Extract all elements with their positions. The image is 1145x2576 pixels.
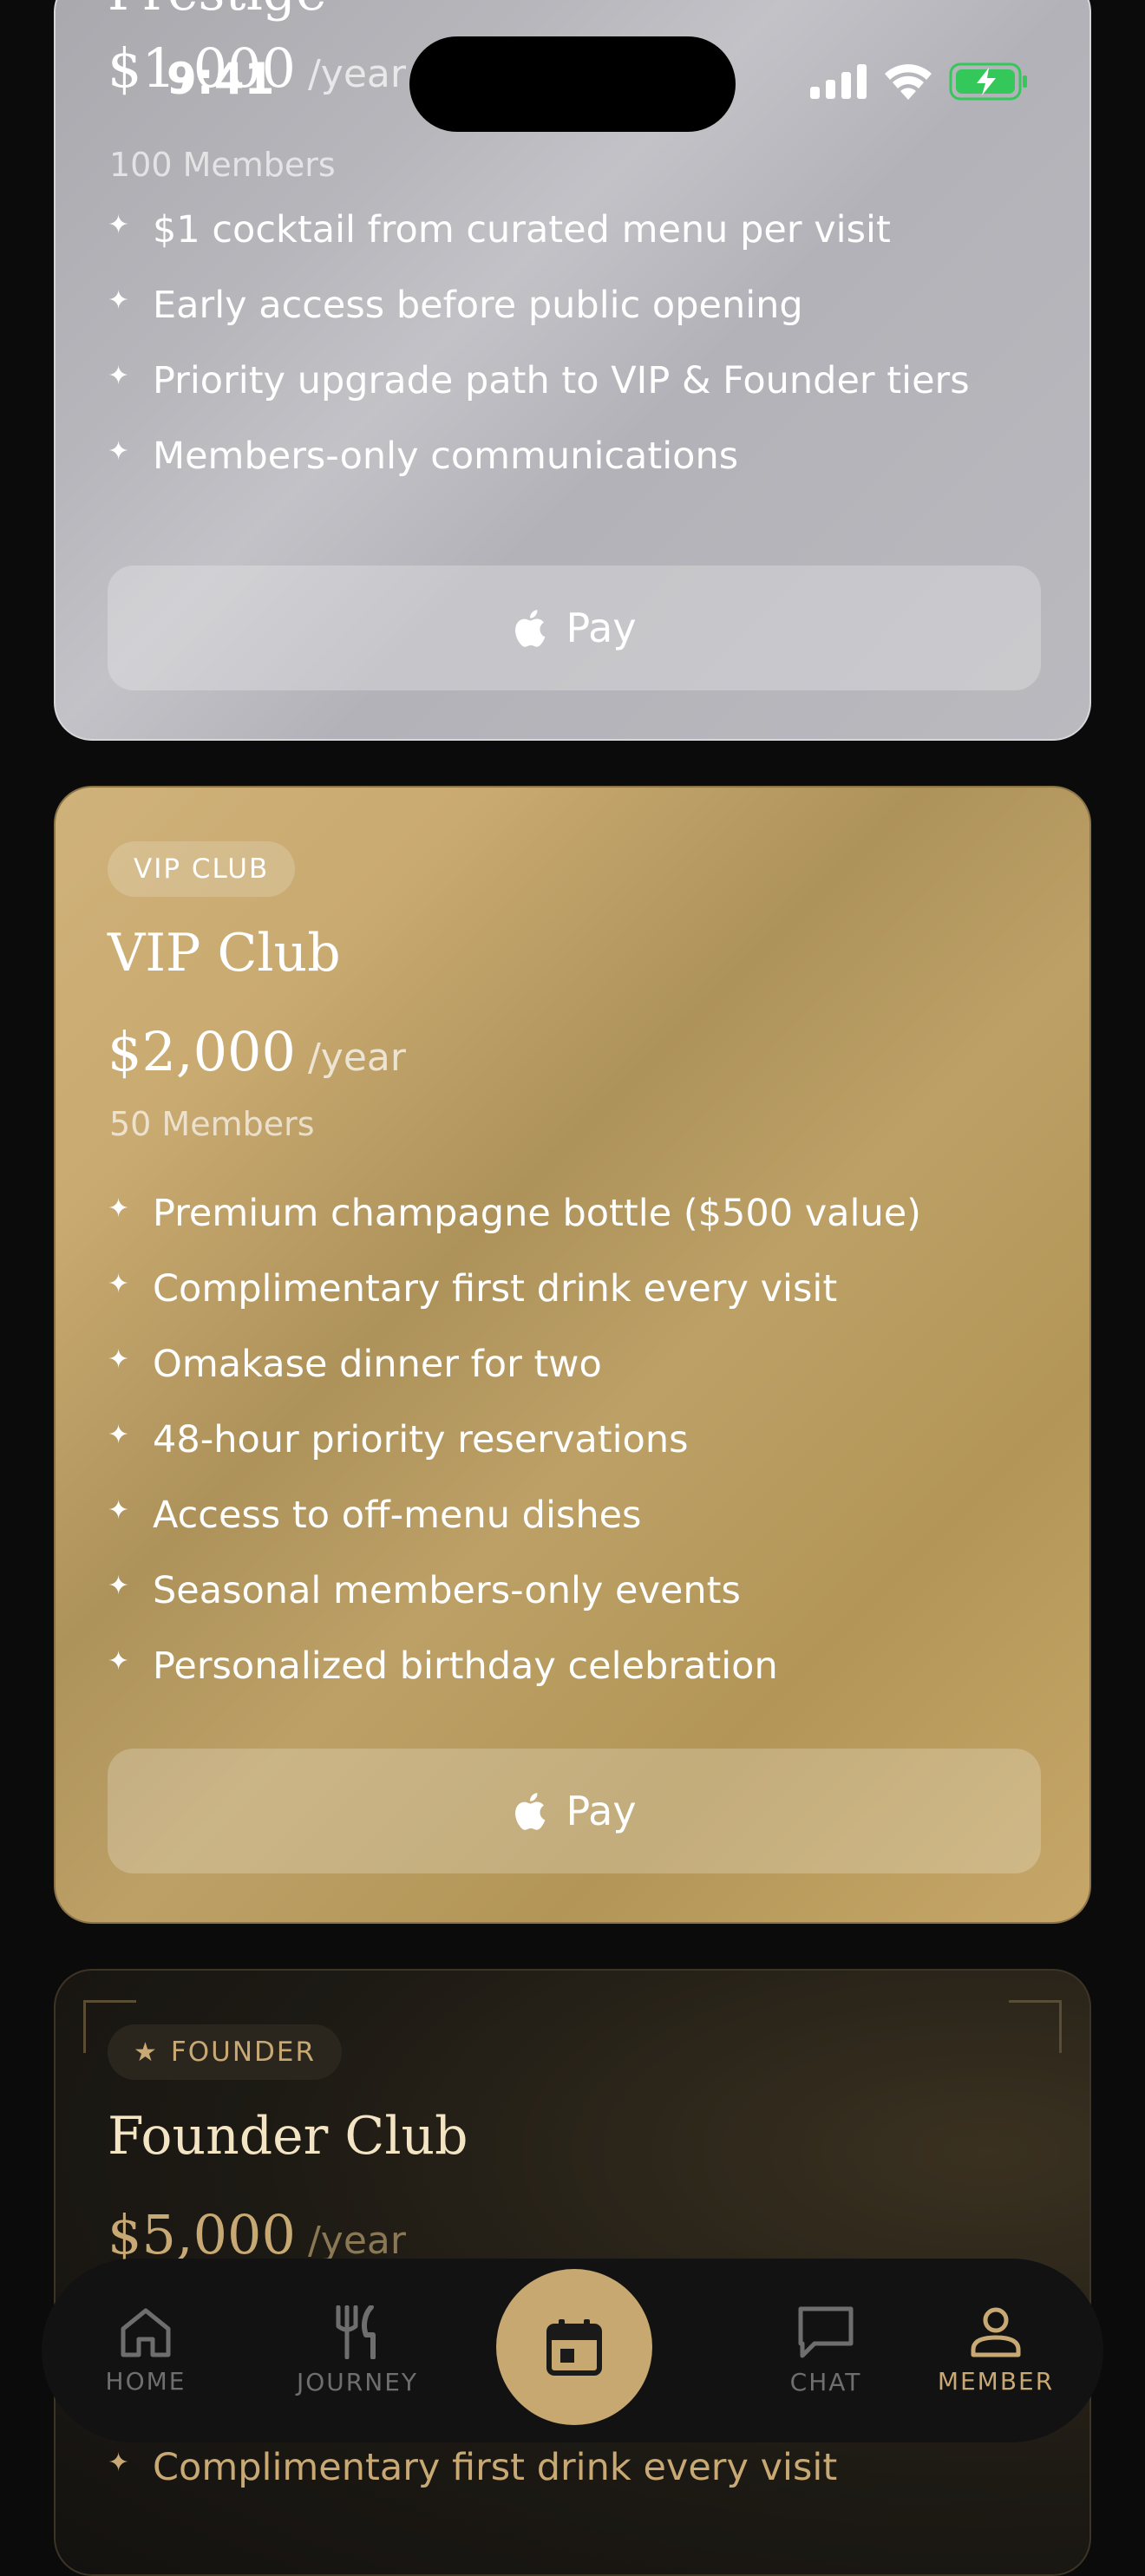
calendar-icon bbox=[546, 2319, 602, 2376]
feature-item: ✦ 48-hour priority reservations bbox=[108, 1418, 689, 1461]
tab-journey-label: JOURNEY bbox=[297, 2367, 418, 2396]
sparkle-icon: ✦ bbox=[108, 1344, 130, 1375]
vip-price-period: /year bbox=[307, 1036, 406, 1080]
feature-item: ✦ Premium champagne bottle ($500 value) bbox=[108, 1192, 921, 1235]
signal-icon bbox=[810, 64, 867, 99]
sparkle-icon: ✦ bbox=[108, 2448, 130, 2478]
vip-feature-list: ✦ Premium champagne bottle ($500 value) ✦… bbox=[108, 1192, 1055, 1720]
feature-item: ✦ Early access before public opening bbox=[108, 284, 803, 327]
tab-chat[interactable]: CHAT bbox=[739, 2259, 913, 2442]
vip-title: VIP Club bbox=[108, 923, 341, 984]
tab-member-label: MEMBER bbox=[937, 2366, 1055, 2396]
tab-home[interactable]: HOME bbox=[59, 2259, 232, 2442]
apple-icon bbox=[515, 610, 546, 647]
sparkle-icon: ✦ bbox=[108, 436, 130, 467]
chat-bubble-icon bbox=[798, 2306, 854, 2357]
battery-charging-icon bbox=[949, 62, 1027, 101]
sparkle-icon: ✦ bbox=[108, 1420, 130, 1450]
tab-chat-label: CHAT bbox=[789, 2367, 862, 2396]
reserve-calendar-button[interactable] bbox=[496, 2269, 652, 2425]
sparkle-icon: ✦ bbox=[108, 1571, 130, 1601]
vip-apple-pay-button[interactable]: Pay bbox=[108, 1749, 1041, 1873]
sparkle-icon: ✦ bbox=[108, 361, 130, 391]
feature-item: ✦ $1 cocktail from curated menu per visit bbox=[108, 208, 891, 252]
sparkle-icon: ✦ bbox=[108, 1646, 130, 1677]
sparkle-icon: ✦ bbox=[108, 285, 130, 316]
home-icon bbox=[121, 2308, 171, 2357]
vip-card: VIP CLUB VIP Club $2,000 /year 50 Member… bbox=[54, 786, 1091, 1924]
status-icons bbox=[810, 62, 1029, 101]
prestige-title: Prestige bbox=[108, 0, 327, 23]
founder-title: Founder Club bbox=[108, 2106, 468, 2167]
feature-item: ✦ Members-only communications bbox=[108, 435, 739, 478]
apple-icon bbox=[515, 1793, 546, 1830]
vip-price: $2,000 /year bbox=[108, 1020, 406, 1083]
prestige-price-period: /year bbox=[307, 52, 406, 96]
corner-ornament bbox=[1009, 2000, 1062, 2053]
wifi-icon bbox=[885, 64, 932, 100]
founder-price-period: /year bbox=[307, 2219, 406, 2263]
feature-item: ✦ Seasonal members-only events bbox=[108, 1569, 741, 1612]
dynamic-island bbox=[409, 36, 736, 132]
founder-price-amount: $5,000 bbox=[108, 2203, 296, 2266]
feature-item: ✦ Access to off-menu dishes bbox=[108, 1494, 642, 1537]
prestige-members: 100 Members bbox=[109, 146, 336, 184]
founder-price: $5,000 /year bbox=[108, 2203, 406, 2266]
tab-home-label: HOME bbox=[105, 2366, 186, 2396]
vip-members: 50 Members bbox=[109, 1105, 315, 1143]
feature-item: ✦ Priority upgrade path to VIP & Founder … bbox=[108, 359, 970, 402]
pay-label: Pay bbox=[566, 605, 637, 651]
fork-knife-icon bbox=[336, 2305, 376, 2359]
sparkle-icon: ✦ bbox=[108, 1495, 130, 1526]
feature-item: ✦ Complimentary first drink every visit bbox=[108, 1267, 838, 1311]
pay-label: Pay bbox=[566, 1788, 637, 1834]
vip-badge: VIP CLUB bbox=[108, 841, 296, 897]
tab-member[interactable]: MEMBER bbox=[909, 2259, 1083, 2442]
founder-badge: ★ FOUNDER bbox=[108, 2024, 343, 2080]
person-icon bbox=[971, 2307, 1021, 2357]
star-icon: ★ bbox=[134, 2037, 159, 2068]
tab-journey[interactable]: JOURNEY bbox=[271, 2259, 444, 2442]
sparkle-icon: ✦ bbox=[108, 1193, 130, 1224]
founder-badge-label: FOUNDER bbox=[170, 2037, 317, 2068]
prestige-apple-pay-button[interactable]: Pay bbox=[108, 566, 1041, 690]
prestige-feature-list: ✦ $1 cocktail from curated menu per visit… bbox=[108, 208, 1055, 510]
sparkle-icon: ✦ bbox=[108, 210, 130, 240]
status-time: 9:41 bbox=[167, 54, 275, 104]
feature-item: ✦ Omakase dinner for two bbox=[108, 1343, 602, 1386]
tab-bar: HOME JOURNEY CHAT MEMBER bbox=[42, 2259, 1103, 2442]
feature-item: ✦ Personalized birthday celebration bbox=[108, 1644, 778, 1688]
vip-price-amount: $2,000 bbox=[108, 1020, 296, 1083]
sparkle-icon: ✦ bbox=[108, 1269, 130, 1299]
feature-item: ✦ Complimentary first drink every visit bbox=[108, 2446, 838, 2489]
founder-feature-list: ✦ Complimentary first drink every visit bbox=[108, 2446, 1055, 2521]
